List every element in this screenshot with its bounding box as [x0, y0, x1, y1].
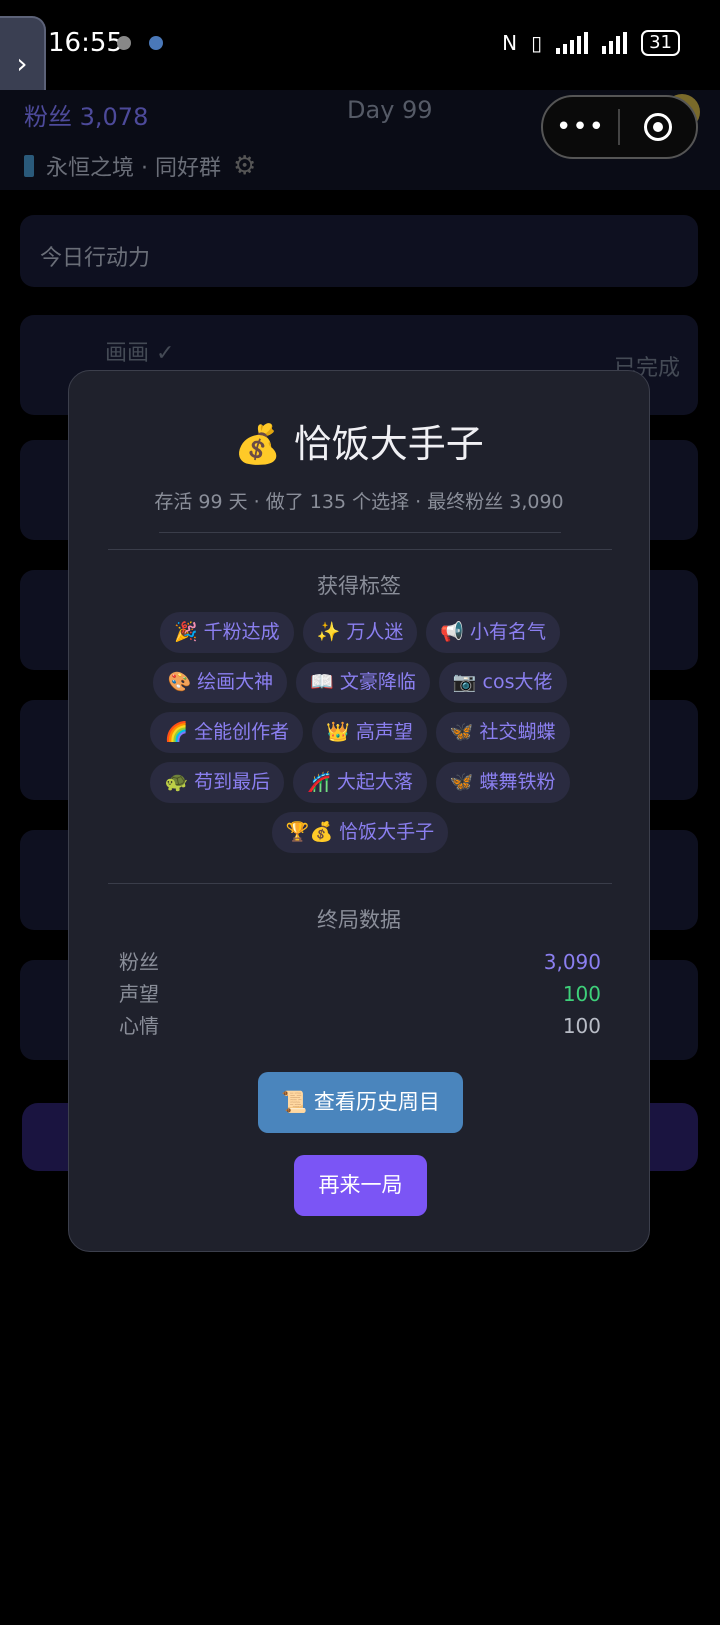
- tag-badge: 🦋 社交蝴蝶: [435, 712, 570, 753]
- tag-badge: ✨ 万人迷: [302, 612, 418, 653]
- day-counter: Day 99: [347, 96, 433, 124]
- ending-summary: 存活 99 天 · 做了 135 个选择 · 最终粉丝 3,090: [154, 491, 564, 513]
- phone-icon: [24, 155, 34, 177]
- stat-label: 声望: [119, 982, 159, 1006]
- tag-badge: 👑 高声望: [312, 712, 427, 753]
- stat-value: 100: [562, 1014, 601, 1038]
- tag-badge: 🏆💰 恰饭大手子: [271, 812, 449, 853]
- final-stats: 粉丝 3,090 声望 100 心情 100: [119, 946, 601, 1042]
- battery-icon: 31: [641, 30, 680, 56]
- view-history-button[interactable]: 📜 查看历史周目: [258, 1072, 463, 1133]
- target-icon: [643, 113, 672, 141]
- status-time: 16:55: [48, 28, 123, 58]
- play-again-button[interactable]: 再来一局: [294, 1155, 427, 1216]
- stats-heading: 终局数据: [317, 908, 401, 932]
- notification-icon: [117, 36, 131, 50]
- stat-row-reputation: 声望 100: [119, 978, 601, 1010]
- fans-count: 粉丝 3,078: [24, 103, 149, 131]
- stat-value: 100: [562, 982, 601, 1006]
- tag-badge: 🎢 大起大落: [293, 762, 427, 803]
- signal-icon: [602, 32, 628, 54]
- group-row: 永恒之境 · 同好群 ⚙: [24, 150, 256, 182]
- stat-label: 粉丝: [119, 950, 159, 974]
- tag-badge: 🦋 蝶舞铁粉: [435, 762, 570, 803]
- stat-value: 3,090: [543, 950, 601, 974]
- action-label: 画画 ✓: [105, 341, 175, 366]
- tag-badge: 🎨 绘画大神: [153, 662, 288, 703]
- tag-badge: 🐢 苟到最后: [150, 762, 285, 803]
- tag-badge: 🌈 全能创作者: [150, 712, 304, 753]
- game-over-modal: 💰 恰饭大手子 存活 99 天 · 做了 135 个选择 · 最终粉丝 3,09…: [68, 370, 650, 1252]
- stat-label: 心情: [119, 1014, 159, 1038]
- divider: [159, 532, 561, 533]
- divider: [108, 883, 612, 884]
- stat-row-mood: 心情 100: [119, 1010, 601, 1042]
- tag-badge: 📖 文豪降临: [296, 662, 430, 703]
- status-indicators: N ▯ 31: [502, 30, 680, 56]
- gear-icon[interactable]: ⚙: [233, 151, 256, 181]
- group-name: 永恒之境 · 同好群: [46, 156, 221, 181]
- tag-badge: 🎉 千粉达成: [159, 612, 294, 653]
- nfc-icon: N: [502, 31, 518, 55]
- chevron-right-icon: ›: [16, 46, 28, 80]
- divider: [108, 549, 612, 550]
- more-menu-icon[interactable]: •••: [543, 112, 618, 142]
- tag-list: 🎉 千粉达成 ✨ 万人迷 📢 小有名气 🎨 绘画大神 📖 文豪降临 📷 cos大…: [109, 612, 611, 853]
- ending-title: 💰 恰饭大手子: [234, 422, 484, 466]
- tags-heading: 获得标签: [317, 574, 401, 598]
- close-miniprogram-button[interactable]: [620, 113, 695, 141]
- stat-row-fans: 粉丝 3,090: [119, 946, 601, 978]
- miniprogram-capsule: •••: [541, 95, 698, 159]
- tag-badge: 📷 cos大佬: [438, 662, 567, 703]
- status-bar: 16:55 N ▯ 31: [0, 0, 720, 90]
- action-section-title: 今日行动力: [40, 246, 151, 271]
- vibrate-icon: ▯: [531, 31, 543, 55]
- notification-icon: [149, 36, 163, 50]
- tag-badge: 📢 小有名气: [426, 612, 561, 653]
- signal-icon: [556, 32, 589, 54]
